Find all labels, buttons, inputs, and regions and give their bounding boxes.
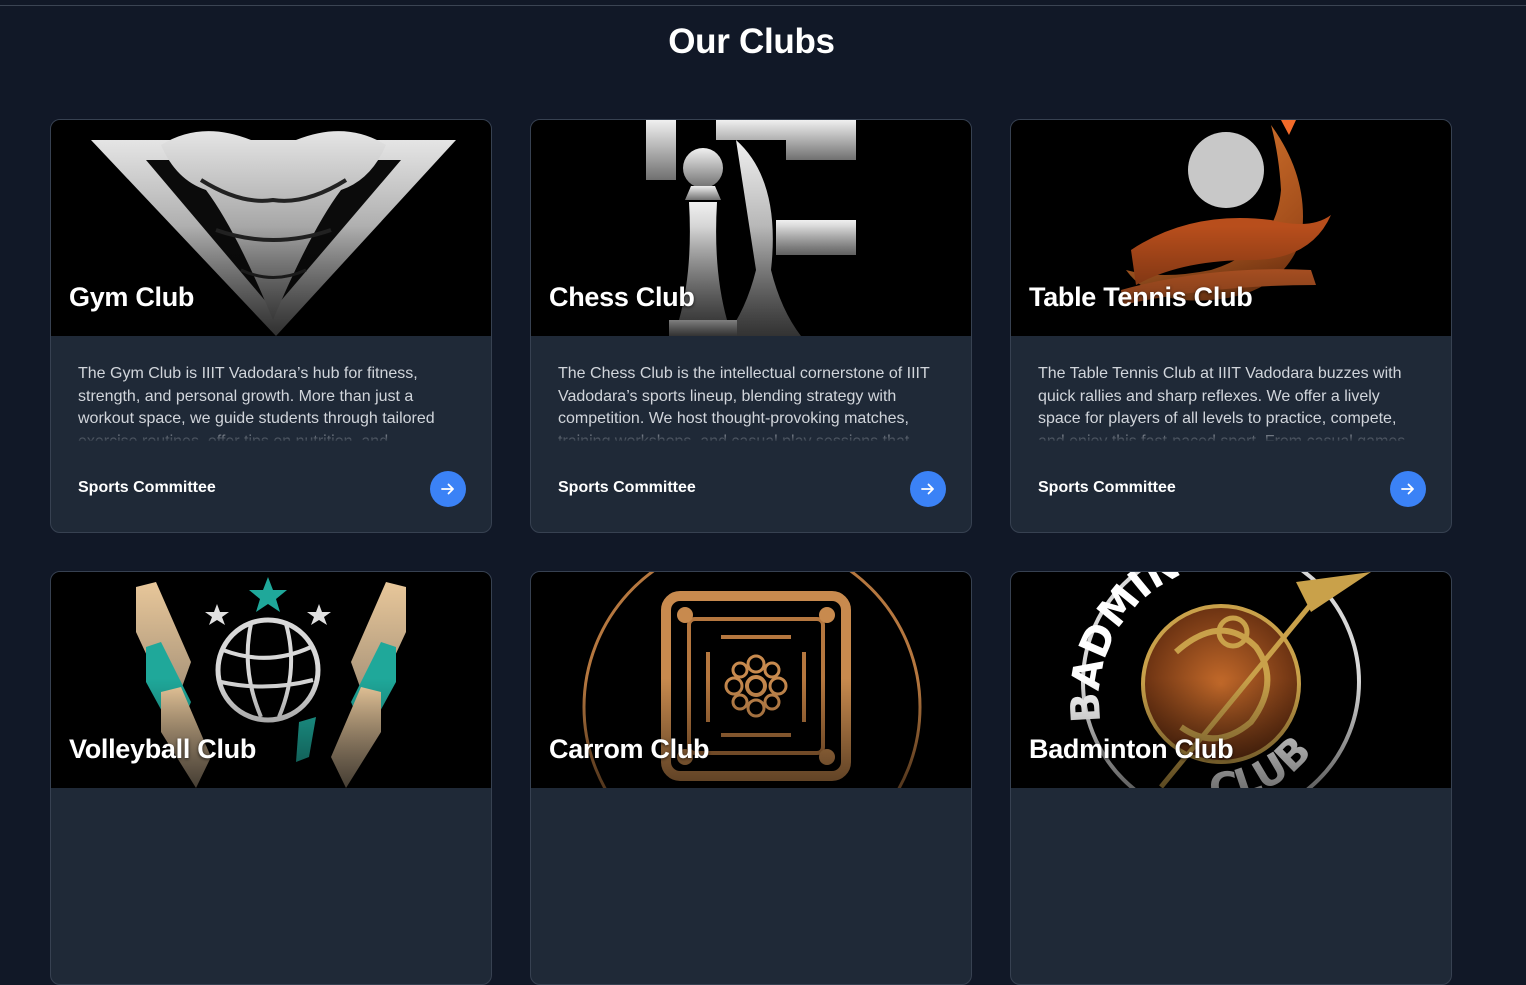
club-title: Carrom Club bbox=[549, 734, 710, 764]
club-card-volleyball[interactable]: Volleyball Club bbox=[50, 571, 492, 985]
page-title: Our Clubs bbox=[668, 22, 835, 61]
club-description: The Table Tennis Club at IIIT Vadodara b… bbox=[1038, 363, 1424, 441]
committee-label: Sports Committee bbox=[1038, 479, 1176, 496]
open-club-button[interactable] bbox=[430, 471, 466, 507]
club-title: Gym Club bbox=[69, 282, 195, 312]
club-title: Volleyball Club bbox=[69, 734, 257, 764]
club-title: Badminton Club bbox=[1029, 734, 1234, 764]
club-description: The Gym Club is IIIT Vadodara’s hub for … bbox=[78, 363, 464, 441]
open-club-button[interactable] bbox=[910, 471, 946, 507]
club-card-carrom[interactable]: Carrom Club bbox=[530, 571, 972, 985]
club-card-gym[interactable]: Gym Club The Gym Club is IIIT Vadodara’s… bbox=[50, 119, 492, 533]
arrow-right-icon bbox=[441, 483, 454, 495]
header-divider bbox=[0, 5, 1526, 6]
committee-label: Sports Committee bbox=[558, 479, 696, 496]
club-title: Table Tennis Club bbox=[1029, 282, 1253, 312]
arrow-right-icon bbox=[921, 483, 934, 495]
club-card-table-tennis[interactable]: Table Tennis Club The Table Tennis Club … bbox=[1010, 119, 1452, 533]
club-description: The Chess Club is the intellectual corne… bbox=[558, 363, 944, 441]
club-title: Chess Club bbox=[549, 282, 695, 312]
committee-label: Sports Committee bbox=[78, 479, 216, 496]
arrow-right-icon bbox=[1401, 483, 1414, 495]
club-card-badminton[interactable]: BADMINTON CLUB Badminton Club bbox=[1010, 571, 1452, 985]
club-card-chess[interactable]: Chess Club The Chess Club is the intelle… bbox=[530, 119, 972, 533]
open-club-button[interactable] bbox=[1390, 471, 1426, 507]
